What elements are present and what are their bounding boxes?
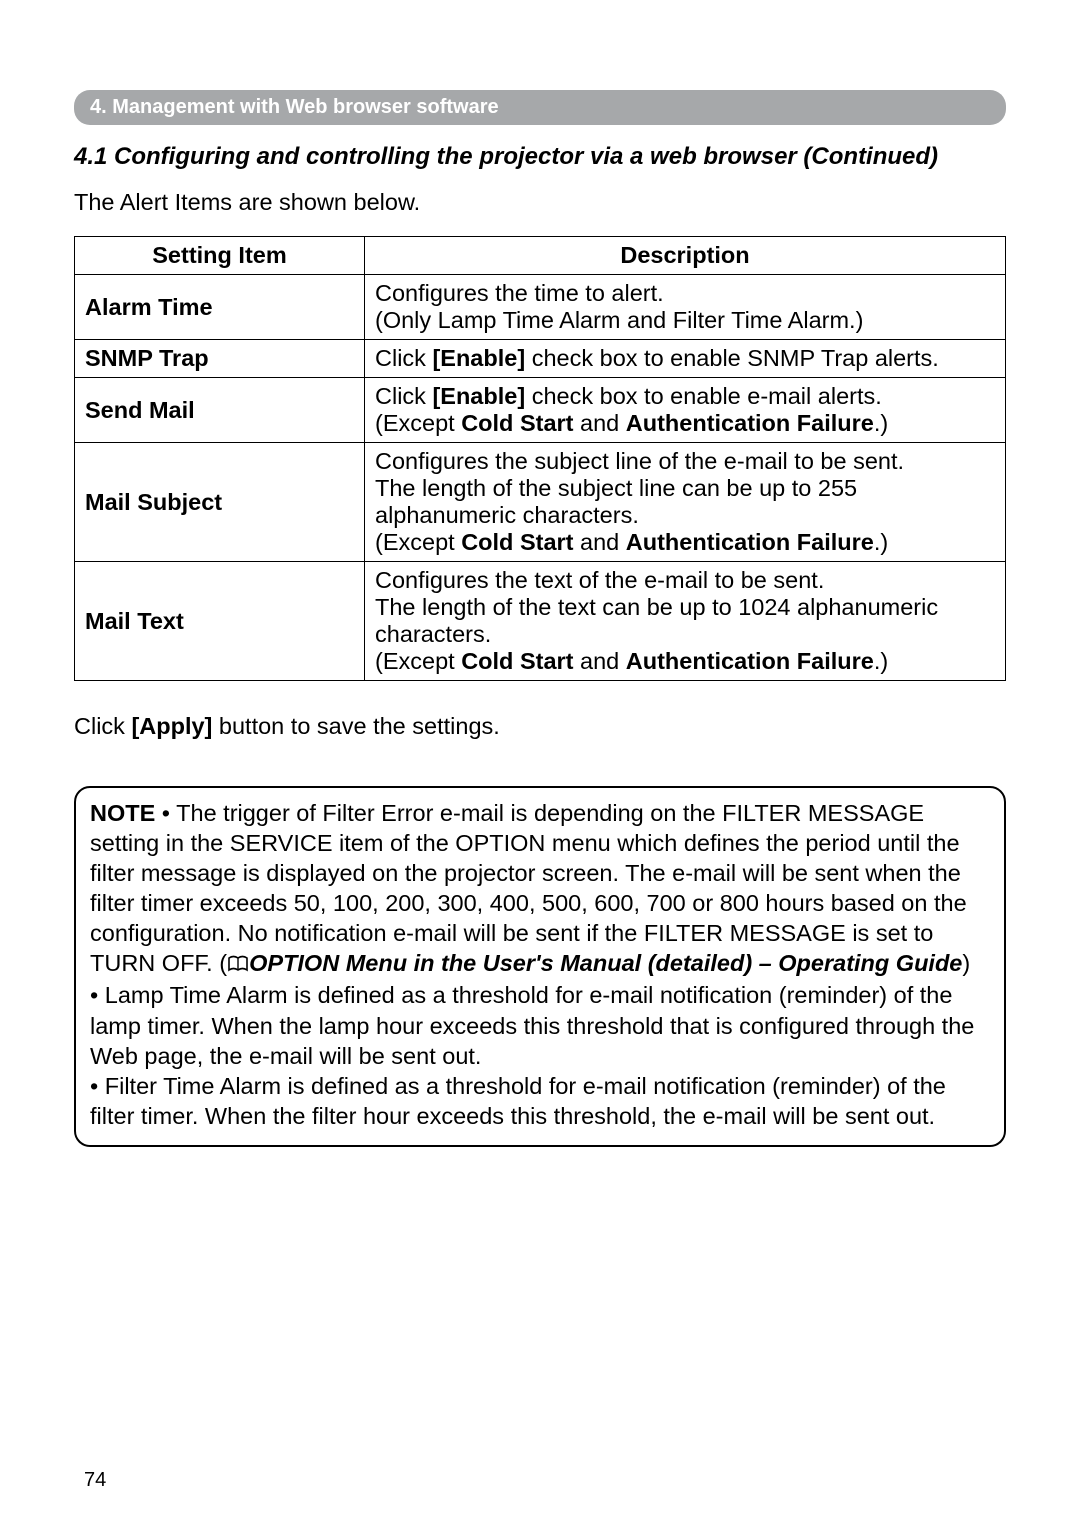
note-label: NOTE	[90, 800, 155, 826]
text: )	[962, 950, 970, 976]
page: 4. Management with Web browser software …	[0, 0, 1080, 1532]
table-row: Mail Subject Configures the subject line…	[75, 443, 1006, 562]
text: Click	[375, 383, 432, 409]
cell-name: SNMP Trap	[75, 340, 365, 378]
intro-text: The Alert Items are shown below.	[74, 189, 1006, 216]
cell-desc: Configures the text of the e-mail to be …	[365, 562, 1006, 681]
auth-failure-label: Authentication Failure	[626, 648, 874, 674]
table-header-row: Setting Item Description	[75, 237, 1006, 275]
settings-table: Setting Item Description Alarm Time Conf…	[74, 236, 1006, 681]
text: check box to enable SNMP Trap alerts.	[525, 345, 939, 371]
note-text: • Filter Time Alarm is defined as a thre…	[90, 1073, 946, 1129]
text: button to save the settings.	[212, 713, 499, 739]
auth-failure-label: Authentication Failure	[626, 529, 874, 555]
cold-start-label: Cold Start	[461, 410, 573, 436]
section-heading: 4.1 Configuring and controlling the proj…	[74, 143, 1006, 171]
reference-title: OPTION Menu in the User's Manual (detail…	[249, 950, 962, 976]
page-number: 74	[84, 1469, 106, 1492]
text: .)	[874, 529, 888, 555]
text: Click	[375, 345, 432, 371]
cell-name: Send Mail	[75, 378, 365, 443]
cell-desc: Configures the time to alert. (Only Lamp…	[365, 275, 1006, 340]
enable-label: [Enable]	[432, 345, 525, 371]
auth-failure-label: Authentication Failure	[626, 410, 874, 436]
header-description: Description	[365, 237, 1006, 275]
table-row: Alarm Time Configures the time to alert.…	[75, 275, 1006, 340]
cell-desc: Click [Enable] check box to enable SNMP …	[365, 340, 1006, 378]
cell-name: Mail Subject	[75, 443, 365, 562]
cold-start-label: Cold Start	[461, 529, 573, 555]
table-row: Mail Text Configures the text of the e-m…	[75, 562, 1006, 681]
text: Click	[74, 713, 131, 739]
section-banner: 4. Management with Web browser software	[74, 90, 1006, 125]
text: .)	[874, 410, 888, 436]
table-row: Send Mail Click [Enable] check box to en…	[75, 378, 1006, 443]
cell-name: Mail Text	[75, 562, 365, 681]
header-setting-item: Setting Item	[75, 237, 365, 275]
enable-label: [Enable]	[432, 383, 525, 409]
note-text: • Lamp Time Alarm is defined as a thresh…	[90, 982, 974, 1068]
cell-desc: Click [Enable] check box to enable e-mai…	[365, 378, 1006, 443]
note-box: NOTE • The trigger of Filter Error e-mai…	[74, 786, 1006, 1147]
cell-name: Alarm Time	[75, 275, 365, 340]
apply-button-label: [Apply]	[131, 713, 212, 739]
text: and	[573, 648, 625, 674]
cell-desc: Configures the subject line of the e-mai…	[365, 443, 1006, 562]
text: and	[573, 529, 625, 555]
table-row: SNMP Trap Click [Enable] check box to en…	[75, 340, 1006, 378]
text: .)	[874, 648, 888, 674]
cold-start-label: Cold Start	[461, 648, 573, 674]
book-icon	[227, 950, 249, 980]
text: and	[573, 410, 625, 436]
apply-text: Click [Apply] button to save the setting…	[74, 713, 1006, 740]
